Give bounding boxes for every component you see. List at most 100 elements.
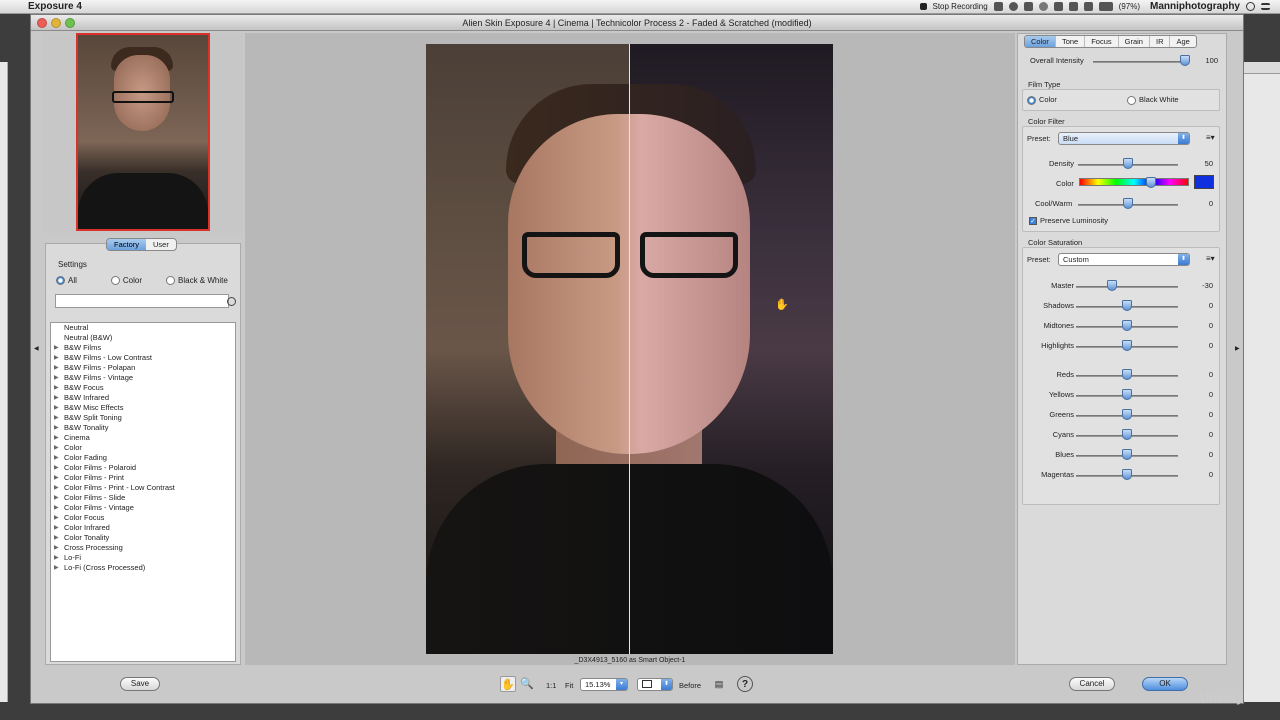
tab-age[interactable]: Age <box>1170 36 1195 47</box>
reds-knob[interactable] <box>1122 369 1132 380</box>
stop-recording-icon[interactable] <box>919 3 927 10</box>
tab-focus[interactable]: Focus <box>1085 36 1119 47</box>
filter-bw-radio[interactable] <box>166 276 176 286</box>
tool-icon[interactable] <box>993 2 1003 11</box>
wifi-icon[interactable] <box>1083 2 1093 11</box>
preset-item[interactable]: Lo-Fi (Cross Processed) <box>51 563 235 573</box>
film-type-color-option[interactable]: Color <box>1027 95 1057 105</box>
preset-item[interactable]: Neutral (B&W) <box>51 333 235 343</box>
master-slider[interactable] <box>1076 286 1178 288</box>
preset-list[interactable]: NeutralNeutral (B&W)B&W FilmsB&W Films -… <box>50 322 236 662</box>
greens-knob[interactable] <box>1122 409 1132 420</box>
preset-item[interactable]: Color <box>51 443 235 453</box>
volume-icon[interactable] <box>1068 2 1078 11</box>
notification-list-icon[interactable] <box>1261 3 1270 10</box>
split-divider[interactable] <box>629 44 630 654</box>
preview-canvas[interactable]: ✋ _D3X4913_5160 as Smart Object-1 <box>245 33 1015 665</box>
preset-item[interactable]: B&W Misc Effects <box>51 403 235 413</box>
preset-item[interactable]: Color Infrared <box>51 523 235 533</box>
magentas-knob[interactable] <box>1122 469 1132 480</box>
overall-intensity-knob[interactable] <box>1180 55 1190 66</box>
tab-tone[interactable]: Tone <box>1056 36 1086 47</box>
film-type-bw-radio[interactable] <box>1127 95 1136 105</box>
preset-item[interactable]: Color Tonality <box>51 533 235 543</box>
preset-item[interactable]: B&W Focus <box>51 383 235 393</box>
overall-intensity-slider[interactable] <box>1093 61 1185 63</box>
preset-item[interactable]: Color Films - Vintage <box>51 503 235 513</box>
collapse-left-panel-icon[interactable]: ◀ <box>34 345 39 352</box>
density-knob[interactable] <box>1123 158 1133 169</box>
master-knob[interactable] <box>1106 280 1117 291</box>
highlights-knob[interactable] <box>1122 340 1132 351</box>
preset-item[interactable]: Color Films - Polaroid <box>51 463 235 473</box>
color-filter-preset-select[interactable]: Blue ⬍ <box>1058 132 1190 145</box>
midtones-knob[interactable] <box>1122 320 1132 331</box>
help-icon[interactable]: ? <box>737 676 753 692</box>
preset-item[interactable]: Color Films - Print - Low Contrast <box>51 483 235 493</box>
settings-panel-icon[interactable]: ▤ <box>711 676 727 692</box>
tab-ir[interactable]: IR <box>1150 36 1171 47</box>
collapse-right-panel-icon[interactable]: ▶ <box>1235 345 1240 352</box>
app-menu-name[interactable]: Exposure 4 <box>28 1 82 12</box>
tab-grain[interactable]: Grain <box>1119 36 1150 47</box>
yellows-knob[interactable] <box>1122 389 1132 400</box>
zoom-one-to-one-button[interactable]: 1:1 <box>546 681 556 690</box>
globe-icon[interactable] <box>1008 2 1018 11</box>
cancel-button[interactable]: Cancel <box>1069 677 1115 691</box>
filter-color-radio[interactable] <box>110 276 120 286</box>
saturation-preset-select[interactable]: Custom ⬍ <box>1058 253 1190 266</box>
shadows-knob[interactable] <box>1122 300 1132 311</box>
preset-item[interactable]: Color Focus <box>51 513 235 523</box>
preset-item[interactable]: B&W Films - Vintage <box>51 373 235 383</box>
preview-photo[interactable] <box>426 44 833 654</box>
minimize-window-button[interactable] <box>51 18 61 28</box>
preset-item[interactable]: Color Films - Print <box>51 473 235 483</box>
color-swatch[interactable] <box>1194 175 1214 189</box>
preset-search-input[interactable] <box>55 294 236 308</box>
tab-color[interactable]: Color <box>1025 36 1056 47</box>
preset-item[interactable]: Color Fading <box>51 453 235 463</box>
filter-bw-option[interactable]: Black & White <box>166 276 228 286</box>
preset-item[interactable]: B&W Tonality <box>51 423 235 433</box>
color-hue-knob[interactable] <box>1145 177 1156 188</box>
preset-item[interactable]: B&W Infrared <box>51 393 235 403</box>
preset-menu-icon[interactable]: ≡▾ <box>1206 133 1215 142</box>
ok-button[interactable]: OK <box>1142 677 1188 691</box>
filter-all-radio[interactable] <box>56 276 65 286</box>
zoom-fit-button[interactable]: Fit <box>565 681 573 690</box>
film-type-color-radio[interactable] <box>1027 95 1036 105</box>
split-view-select[interactable]: ⬍ <box>637 678 673 691</box>
tab-user[interactable]: User <box>146 239 176 250</box>
zoom-select[interactable]: 15.13% ▾ <box>580 678 628 691</box>
preserve-luminosity-option[interactable]: ✓ Preserve Luminosity <box>1029 216 1108 226</box>
preset-item[interactable]: Neutral <box>51 323 235 333</box>
preset-item[interactable]: B&W Films <box>51 343 235 353</box>
clock-icon[interactable] <box>1038 2 1048 11</box>
zoom-window-button[interactable] <box>65 18 75 28</box>
preset-item[interactable]: Cinema <box>51 433 235 443</box>
save-button[interactable]: Save <box>120 677 160 691</box>
spotlight-icon[interactable] <box>1246 2 1255 11</box>
preset-item[interactable]: Color Films - Slide <box>51 493 235 503</box>
preset-item[interactable]: Lo-Fi <box>51 553 235 563</box>
stop-recording-label[interactable]: Stop Recording <box>933 2 988 11</box>
cyans-knob[interactable] <box>1122 429 1132 440</box>
filter-all-option[interactable]: All <box>56 276 77 286</box>
film-type-bw-option[interactable]: Black White <box>1127 95 1179 105</box>
blues-knob[interactable] <box>1122 449 1132 460</box>
color-hue-slider[interactable] <box>1079 178 1189 186</box>
preserve-luminosity-checkbox[interactable]: ✓ <box>1029 217 1037 226</box>
before-label[interactable]: Before <box>679 681 701 690</box>
battery-icon[interactable] <box>1098 2 1113 11</box>
user-name[interactable]: Manniphotography <box>1150 1 1240 12</box>
filter-color-option[interactable]: Color <box>110 276 142 286</box>
navigator-thumbnail[interactable] <box>76 33 210 231</box>
bluetooth-icon[interactable] <box>1053 2 1063 11</box>
preset-item[interactable]: B&W Split Toning <box>51 413 235 423</box>
preset-item[interactable]: B&W Films - Low Contrast <box>51 353 235 363</box>
hand-tool-icon[interactable]: ✋ <box>500 676 516 692</box>
preset-item[interactable]: B&W Films - Polapan <box>51 363 235 373</box>
cool-warm-knob[interactable] <box>1123 198 1133 209</box>
zoom-tool-icon[interactable]: 🔍 <box>519 676 535 692</box>
close-window-button[interactable] <box>37 18 47 28</box>
